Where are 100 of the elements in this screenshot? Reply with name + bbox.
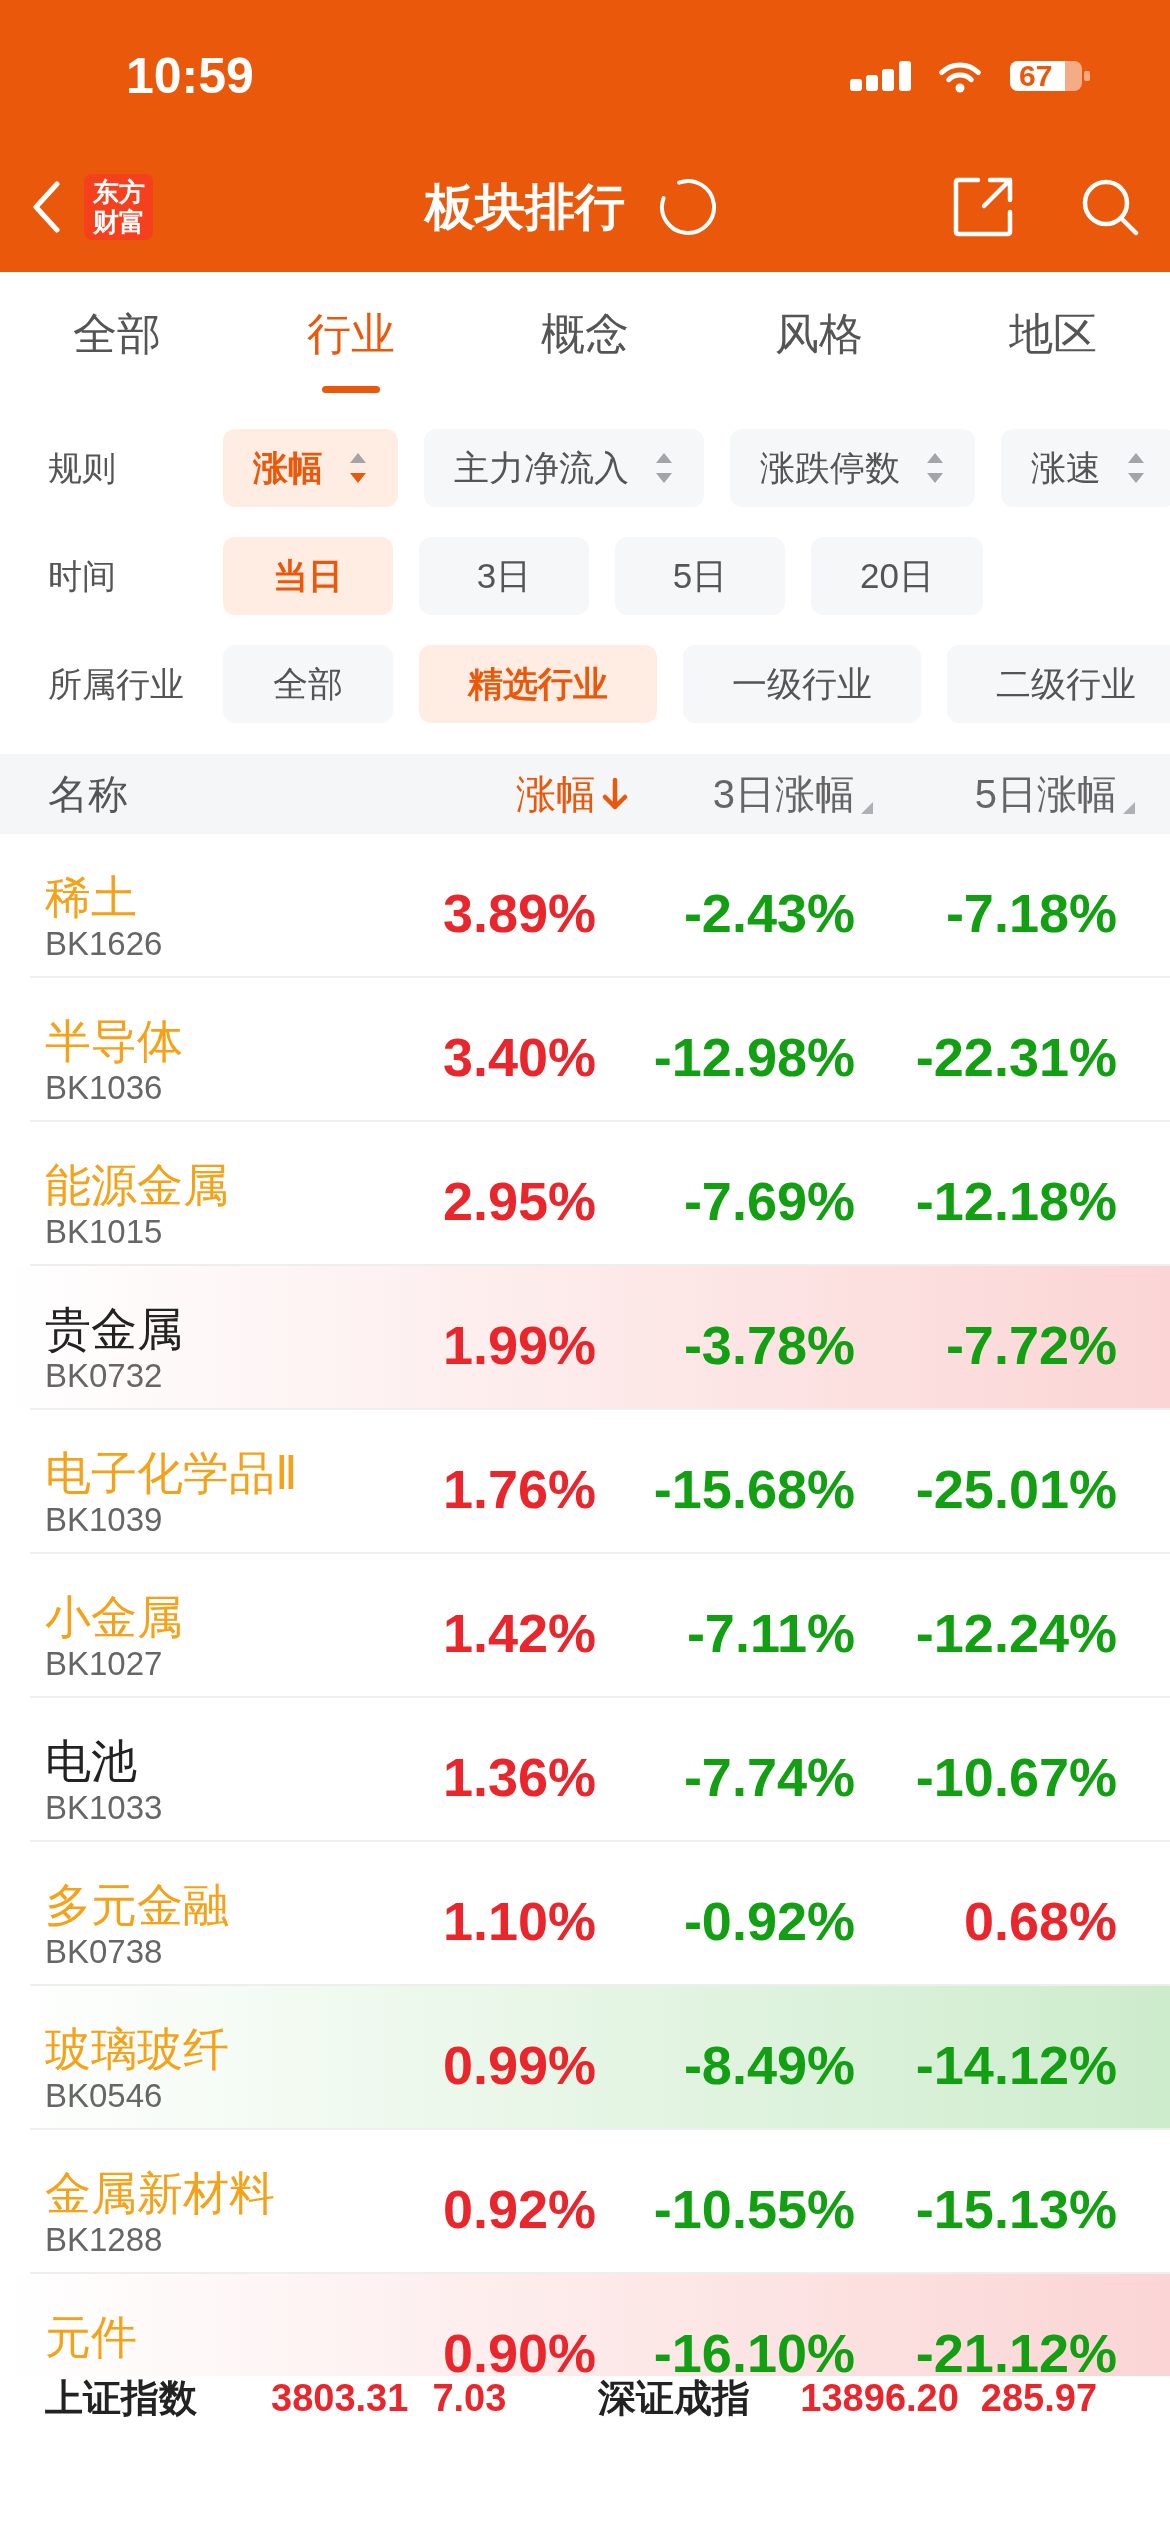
index-value: 13896.20: [800, 2376, 959, 2420]
sector-code: BK0732: [45, 1356, 163, 1396]
page-title: 板块排行: [424, 178, 625, 237]
sector-name: 元件: [45, 2310, 137, 2364]
filter-chip[interactable]: 二级行业: [947, 645, 1170, 723]
app-logo: 东方财富: [84, 174, 153, 240]
filter-chip[interactable]: 3日: [419, 537, 589, 615]
back-icon: [32, 181, 61, 233]
battery-percent: 67: [1019, 60, 1053, 92]
column-header: 名称: [48, 771, 128, 818]
percent-change: 0.90%: [442, 2324, 596, 2376]
index-name: 上证指数: [45, 2376, 197, 2420]
percent-change: 1.76%: [442, 1460, 596, 1518]
sort-arrows-icon: [654, 451, 674, 485]
percent-change: -25.01%: [915, 1460, 1117, 1518]
sector-name: 稀土: [45, 870, 137, 924]
sector-name: 小金属: [45, 1590, 183, 1644]
category-tab[interactable]: 全部: [0, 272, 234, 400]
percent-change: -2.43%: [683, 884, 855, 942]
percent-change: -7.74%: [683, 1748, 855, 1806]
percent-change: 3.40%: [442, 1028, 596, 1086]
search-button[interactable]: [1081, 178, 1139, 236]
filter-chip[interactable]: 当日: [223, 537, 393, 615]
percent-change: 1.10%: [442, 1892, 596, 1950]
corner-triangle-icon: [1123, 802, 1135, 814]
sector-name: 电池: [45, 1734, 137, 1788]
percent-change: 3.89%: [442, 884, 596, 942]
sector-name: 电子化学品Ⅱ: [45, 1446, 298, 1500]
index-change: 7.03: [432, 2376, 507, 2420]
filter-chip[interactable]: 精选行业: [419, 645, 657, 723]
sort-arrows-icon: [1126, 451, 1146, 485]
percent-change: -7.11%: [686, 1604, 855, 1662]
filter-label: 时间: [48, 556, 116, 596]
share-icon: [952, 176, 1014, 238]
category-tab[interactable]: 风格: [702, 272, 936, 400]
percent-change: -12.98%: [653, 1028, 855, 1086]
sort-arrows-icon: [925, 451, 945, 485]
signal-icon: [850, 61, 911, 91]
percent-change: -15.68%: [653, 1460, 855, 1518]
sector-name: 贵金属: [45, 1302, 183, 1356]
percent-change: 0.99%: [442, 2036, 596, 2094]
sector-name: 玻璃玻纤: [45, 2022, 229, 2076]
percent-change: -22.31%: [915, 1028, 1117, 1086]
percent-change: -7.72%: [945, 1316, 1117, 1374]
filter-chip[interactable]: 20日: [811, 537, 983, 615]
percent-change: -21.12%: [915, 2324, 1117, 2376]
down-arrow-icon: [602, 777, 628, 811]
sector-code: BK1039: [45, 1500, 163, 1540]
category-tab[interactable]: 行业: [234, 272, 468, 400]
filter-chip[interactable]: 涨速: [1001, 429, 1170, 507]
percent-change: -7.69%: [683, 1172, 855, 1230]
refresh-icon: [658, 178, 717, 236]
filter-label: 规则: [48, 448, 116, 488]
search-icon: [1081, 178, 1139, 236]
column-header[interactable]: 涨幅: [516, 770, 628, 818]
filter-chip[interactable]: 全部: [223, 645, 393, 723]
filter-chip[interactable]: 涨幅: [223, 429, 398, 507]
percent-change: -12.24%: [915, 1604, 1117, 1662]
percent-change: -14.12%: [915, 2036, 1117, 2094]
filter-chip[interactable]: 主力净流入: [424, 429, 704, 507]
filter-chip[interactable]: 5日: [615, 537, 785, 615]
percent-change: -10.55%: [653, 2180, 855, 2238]
filter-label: 所属行业: [48, 664, 184, 704]
sector-code: BK1036: [45, 1068, 163, 1108]
sector-code: BK0738: [45, 1932, 163, 1972]
back-button[interactable]: [32, 181, 61, 233]
corner-triangle-icon: [861, 802, 873, 814]
percent-change: -0.92%: [683, 1892, 855, 1950]
sector-name: 多元金融: [45, 1878, 229, 1932]
index-name: 深证成指: [598, 2376, 751, 2420]
column-header[interactable]: 5日涨幅: [974, 770, 1135, 818]
sort-arrows-icon: [348, 451, 368, 485]
category-tab[interactable]: 概念: [468, 272, 702, 400]
percent-change: -10.67%: [915, 1748, 1117, 1806]
filter-chip[interactable]: 一级行业: [683, 645, 921, 723]
percent-change: 1.99%: [442, 1316, 596, 1374]
percent-change: -15.13%: [915, 2180, 1117, 2238]
sector-name: 能源金属: [45, 1158, 229, 1212]
percent-change: 0.92%: [442, 2180, 596, 2238]
sector-code: BK1288: [45, 2220, 163, 2260]
sector-code: BK0546: [45, 2076, 163, 2116]
percent-change: 0.68%: [963, 1892, 1117, 1950]
refresh-button[interactable]: [658, 178, 717, 236]
share-button[interactable]: [952, 176, 1014, 238]
percent-change: -12.18%: [915, 1172, 1117, 1230]
sector-code: BK1027: [45, 1644, 163, 1684]
status-time: 10:59: [126, 48, 254, 104]
percent-change: 1.36%: [442, 1748, 596, 1806]
percent-change: -3.78%: [683, 1316, 855, 1374]
filter-chip[interactable]: 涨跌停数: [730, 429, 975, 507]
index-change: 285.97: [980, 2376, 1098, 2420]
sector-code: BK1015: [45, 1212, 163, 1252]
sector-code: BK1033: [45, 1788, 163, 1828]
percent-change: -8.49%: [683, 2036, 855, 2094]
category-tab[interactable]: 地区: [936, 272, 1170, 400]
sector-name: 金属新材料: [45, 2166, 275, 2220]
column-header[interactable]: 3日涨幅: [712, 770, 873, 818]
sector-code: BK1626: [45, 924, 163, 964]
percent-change: -16.10%: [653, 2324, 855, 2376]
sector-name: 半导体: [45, 1014, 183, 1068]
